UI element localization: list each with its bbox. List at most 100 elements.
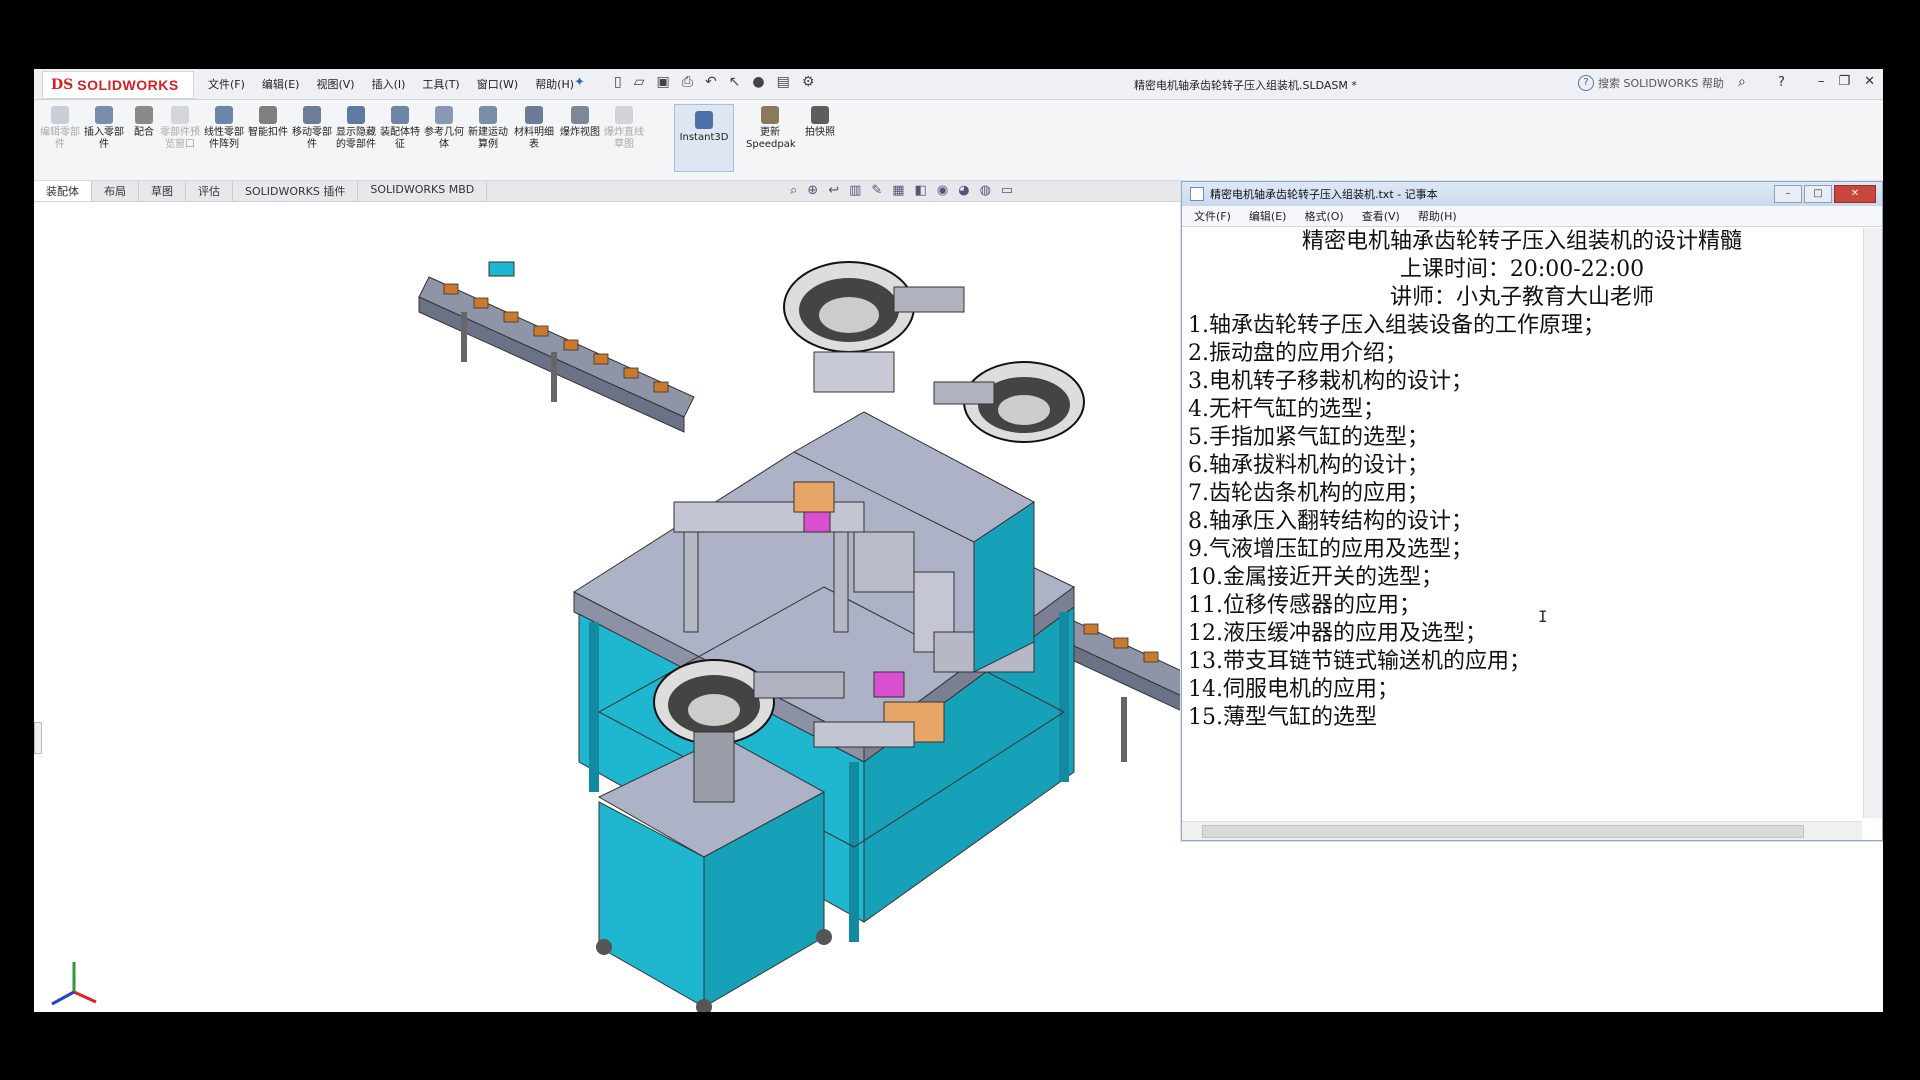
mate-button[interactable]: 配合 xyxy=(124,106,164,139)
linear-pattern-button[interactable]: 线性零部件阵列 xyxy=(204,106,244,151)
notepad-horizontal-scrollbar[interactable] xyxy=(1182,821,1862,840)
save-icon[interactable]: ▣ xyxy=(657,74,670,90)
tab-solidworks-mbd[interactable]: SOLIDWORKS MBD xyxy=(358,181,488,201)
bom-icon xyxy=(525,106,543,124)
assembly-features-icon xyxy=(391,106,409,124)
pin-icon[interactable]: ✦ xyxy=(574,75,585,90)
view-settings-icon[interactable]: ▭ xyxy=(1001,183,1013,198)
dynamic-annotation-icon[interactable]: ✎ xyxy=(871,183,882,198)
edit-component-icon xyxy=(51,106,69,124)
update-speedpak-button[interactable]: 更新Speedpak xyxy=(746,106,796,151)
list-item: 6.轴承拔料机构的设计； xyxy=(1188,453,1429,478)
linear-pattern-label: 线性零部件阵列 xyxy=(204,127,244,150)
new-motion-study-button[interactable]: 新建运动算例 xyxy=(468,106,508,151)
new-document-icon[interactable]: ▯ xyxy=(614,74,622,90)
zoom-to-fit-icon[interactable]: ⌕ xyxy=(790,183,797,198)
view-orientation-icon[interactable]: ▦ xyxy=(892,183,904,198)
linear-pattern-icon xyxy=(215,106,233,124)
select-icon[interactable]: ↖ xyxy=(729,74,741,90)
hide-show-icon[interactable]: ◉ xyxy=(937,183,948,198)
insert-component-button[interactable]: 插入零部件 xyxy=(84,106,124,151)
list-item: 13.带支耳链节链式输送机的应用； xyxy=(1188,649,1531,674)
menu-file[interactable]: 文件(F) xyxy=(208,76,245,92)
previous-view-icon[interactable]: ↩ xyxy=(828,183,839,198)
reference-geometry-button[interactable]: 参考几何体 xyxy=(424,106,464,151)
list-item: 8.轴承压入翻转结构的设计； xyxy=(1188,509,1473,534)
minimize-icon[interactable]: – xyxy=(1818,74,1825,89)
display-style-icon[interactable]: ◧ xyxy=(915,183,927,198)
file-properties-icon[interactable]: ▤ xyxy=(777,74,790,90)
tab-sketch[interactable]: 草图 xyxy=(139,181,186,201)
assembly-model xyxy=(51,261,1184,1012)
menu-help[interactable]: 帮助(H) xyxy=(535,76,574,92)
solidworks-logo[interactable]: DS SOLIDWORKS xyxy=(42,71,194,99)
notepad-title-bar[interactable]: 精密电机轴承齿轮转子压入组装机.txt - 记事本 – □ ✕ xyxy=(1182,182,1882,206)
restore-icon[interactable]: ❐ xyxy=(1838,74,1850,89)
camera-icon xyxy=(811,106,829,124)
rebuild-icon[interactable]: ● xyxy=(752,74,764,90)
conveyor-upper xyxy=(418,261,695,433)
insert-component-label: 插入零部件 xyxy=(84,127,124,150)
list-item: 1.轴承齿轮转子压入组装设备的工作原理； xyxy=(1188,313,1605,338)
component-preview-label: 零部件预览窗口 xyxy=(160,127,200,150)
zoom-area-icon[interactable]: ⊕ xyxy=(807,183,818,198)
explode-line-sketch-button[interactable]: 爆炸直线草图 xyxy=(604,106,644,151)
component-preview-icon xyxy=(171,106,189,124)
notepad-menu-format[interactable]: 格式(O) xyxy=(1304,208,1343,224)
undo-icon[interactable]: ↶ xyxy=(705,74,717,90)
update-speedpak-label: 更新Speedpak xyxy=(746,127,796,150)
open-icon[interactable]: ▱ xyxy=(634,74,645,90)
print-icon[interactable]: ⎙ xyxy=(682,74,693,90)
notepad-menu-help[interactable]: 帮助(H) xyxy=(1418,208,1457,224)
tab-evaluate[interactable]: 评估 xyxy=(186,181,233,201)
help-button[interactable]: ? xyxy=(1778,75,1785,90)
menu-tools[interactable]: 工具(T) xyxy=(422,76,459,92)
exploded-view-label: 爆炸视图 xyxy=(560,127,600,138)
tab-solidworks-addins[interactable]: SOLIDWORKS 插件 xyxy=(233,181,359,201)
appearance-icon[interactable]: ◕ xyxy=(958,183,969,198)
notepad-menu-edit[interactable]: 编辑(E) xyxy=(1249,208,1287,224)
notepad-menu-file[interactable]: 文件(F) xyxy=(1194,208,1231,224)
search-icon[interactable]: ⌕ xyxy=(1738,74,1746,90)
menu-window[interactable]: 窗口(W) xyxy=(477,76,518,92)
notepad-title: 精密电机轴承齿轮转子压入组装机.txt - 记事本 xyxy=(1210,188,1438,201)
options-icon[interactable]: ⚙ xyxy=(802,74,815,90)
notepad-window: 精密电机轴承齿轮转子压入组装机.txt - 记事本 – □ ✕ 文件(F) 编辑… xyxy=(1181,181,1883,841)
menu-insert[interactable]: 插入(I) xyxy=(372,76,406,92)
window-controls: – ❐ ✕ xyxy=(1818,74,1875,89)
notepad-vertical-scrollbar[interactable] xyxy=(1863,228,1882,818)
tab-layout[interactable]: 布局 xyxy=(92,181,139,201)
show-hidden-button[interactable]: 显示隐藏的零部件 xyxy=(336,106,376,151)
scene-icon[interactable]: ◍ xyxy=(980,183,991,198)
notepad-scroll-thumb[interactable] xyxy=(1202,825,1804,838)
help-search[interactable]: ? 搜索 SOLIDWORKS 帮助 xyxy=(1578,73,1758,93)
close-icon[interactable]: ✕ xyxy=(1864,74,1875,89)
section-view-icon[interactable]: ▥ xyxy=(849,183,861,198)
instant3d-label: Instant3D xyxy=(679,132,729,143)
menu-view[interactable]: 视图(V) xyxy=(316,76,354,92)
logo-text: SOLIDWORKS xyxy=(77,77,179,93)
move-component-button[interactable]: 移动零部件 xyxy=(292,106,332,151)
instant3d-button[interactable]: Instant3D xyxy=(674,104,734,172)
exploded-view-button[interactable]: 爆炸视图 xyxy=(560,106,600,139)
notepad-close-icon[interactable]: ✕ xyxy=(1834,185,1876,203)
take-snapshot-button[interactable]: 拍快照 xyxy=(800,106,840,139)
menu-edit[interactable]: 编辑(E) xyxy=(262,76,300,92)
show-hidden-label: 显示隐藏的零部件 xyxy=(336,127,376,150)
notepad-menu-view[interactable]: 查看(V) xyxy=(1362,208,1400,224)
list-item: 15.薄型气缸的选型 xyxy=(1188,705,1377,730)
insert-component-icon xyxy=(95,106,113,124)
notepad-text-area[interactable]: 精密电机轴承齿轮转子压入组装机的设计精髓 上课时间：20:00-22:00 讲师… xyxy=(1188,228,1856,816)
main-menu: 文件(F) 编辑(E) 视图(V) 插入(I) 工具(T) 窗口(W) 帮助(H… xyxy=(208,76,574,92)
notepad-icon xyxy=(1190,187,1204,201)
edit-component-button[interactable]: 编辑零部件 xyxy=(40,106,80,151)
smart-fasteners-button[interactable]: 智能扣件 xyxy=(248,106,288,139)
list-item: 10.金属接近开关的选型； xyxy=(1188,565,1443,590)
notepad-maximize-icon[interactable]: □ xyxy=(1804,185,1832,203)
tab-assembly[interactable]: 装配体 xyxy=(34,181,92,201)
component-preview-button[interactable]: 零部件预览窗口 xyxy=(160,106,200,151)
bom-button[interactable]: 材料明细表 xyxy=(514,106,554,151)
assembly-features-button[interactable]: 装配体特征 xyxy=(380,106,420,151)
teacher-line: 讲师：小丸子教育大山老师 xyxy=(1389,285,1654,310)
notepad-minimize-icon[interactable]: – xyxy=(1774,185,1802,203)
